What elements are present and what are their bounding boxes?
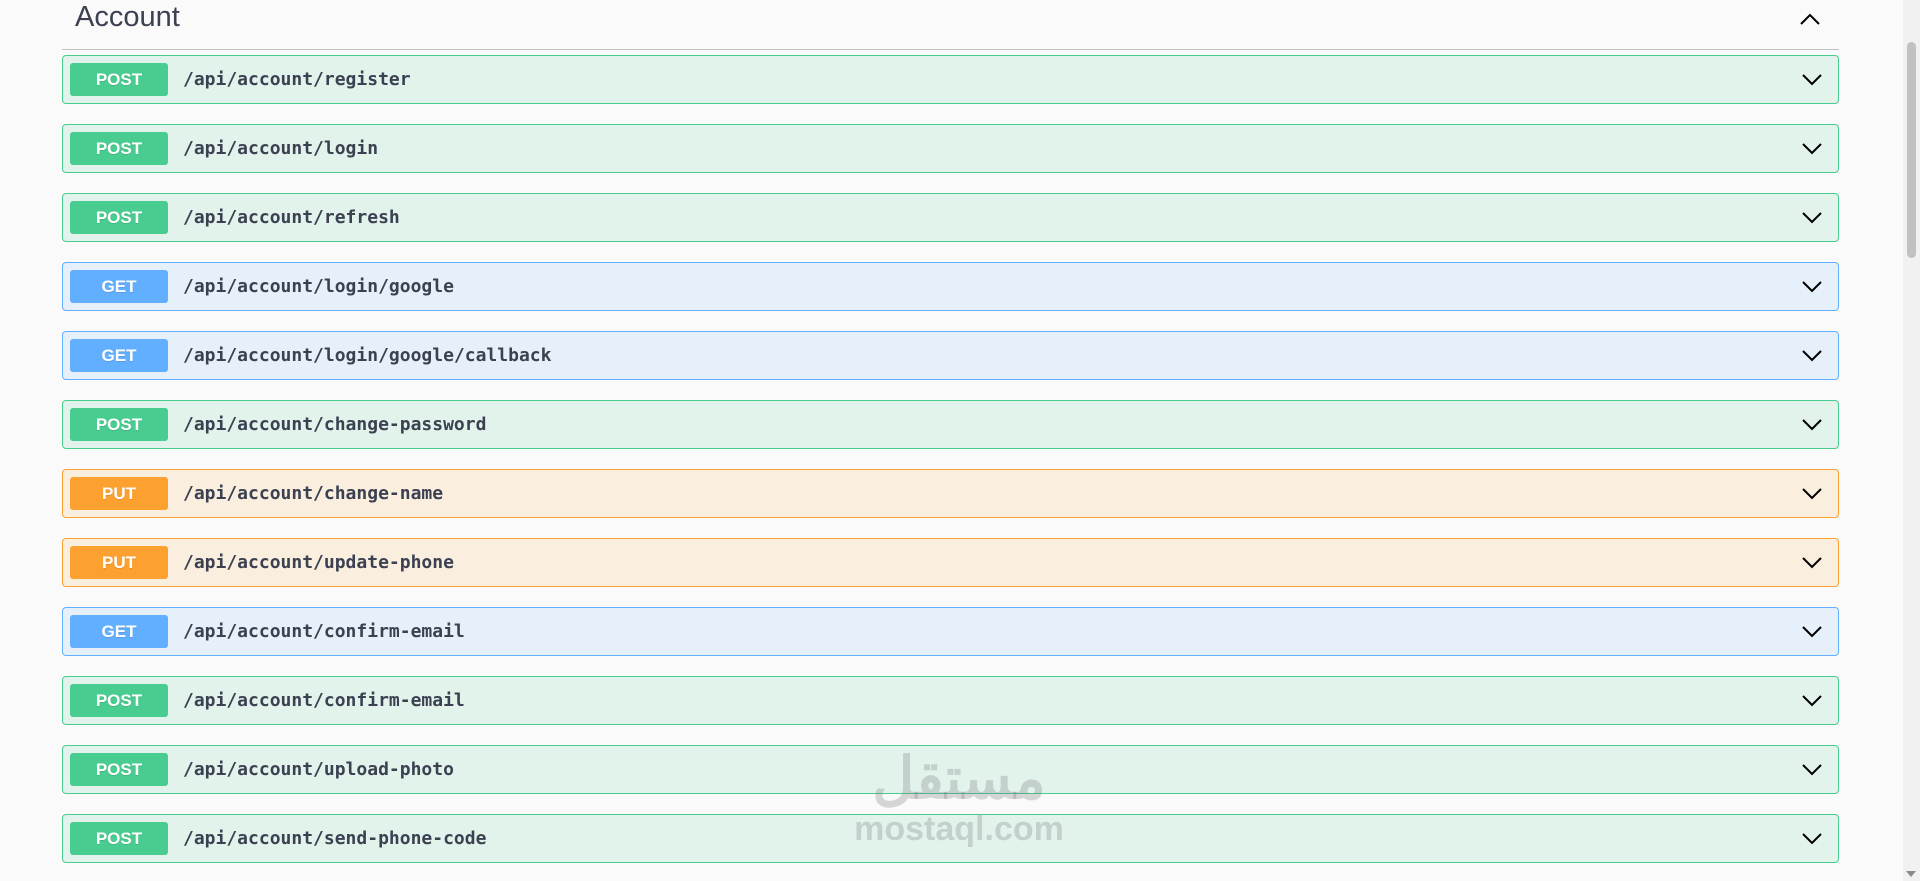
operation-row[interactable]: GET /api/account/login/google/callback: [62, 331, 1839, 380]
vertical-scrollbar[interactable]: [1903, 0, 1920, 881]
operation-path: /api/account/change-password: [183, 414, 487, 435]
section-title: Account: [75, 1, 180, 33]
operation-path: /api/account/login/google: [183, 276, 454, 297]
chevron-down-icon[interactable]: [1798, 411, 1826, 439]
method-badge: GET: [70, 270, 168, 303]
operation-path: /api/account/login: [183, 138, 379, 159]
method-badge: POST: [70, 132, 168, 165]
page: Account POST /api/account/register POST …: [0, 0, 1920, 881]
section-header[interactable]: Account: [62, 0, 1839, 50]
method-badge: GET: [70, 339, 168, 372]
operation-row[interactable]: POST /api/account/change-password: [62, 400, 1839, 449]
operation-row[interactable]: POST /api/account/upload-photo: [62, 745, 1839, 794]
method-badge: POST: [70, 753, 168, 786]
method-badge: GET: [70, 615, 168, 648]
operation-row[interactable]: GET /api/account/login/google: [62, 262, 1839, 311]
chevron-down-icon[interactable]: [1798, 273, 1826, 301]
method-badge: POST: [70, 63, 168, 96]
method-badge: POST: [70, 684, 168, 717]
method-badge: POST: [70, 822, 168, 855]
chevron-down-icon[interactable]: [1798, 135, 1826, 163]
operation-row[interactable]: GET /api/account/confirm-email: [62, 607, 1839, 656]
chevron-down-icon[interactable]: [1798, 825, 1826, 853]
operation-path: /api/account/confirm-email: [183, 621, 465, 642]
chevron-down-icon[interactable]: [1798, 204, 1826, 232]
chevron-down-icon[interactable]: [1798, 480, 1826, 508]
operations-list: POST /api/account/register POST /api/acc…: [62, 55, 1839, 881]
method-badge: PUT: [70, 477, 168, 510]
operation-path: /api/account/upload-photo: [183, 759, 454, 780]
chevron-down-icon[interactable]: [1798, 687, 1826, 715]
operation-path: /api/account/send-phone-code: [183, 828, 487, 849]
operation-path: /api/account/refresh: [183, 207, 400, 228]
chevron-up-icon[interactable]: [1795, 4, 1825, 34]
method-badge: POST: [70, 201, 168, 234]
operation-row[interactable]: POST /api/account/register: [62, 55, 1839, 104]
scrollbar-thumb[interactable]: [1907, 42, 1916, 258]
operation-row[interactable]: POST /api/account/send-phone-code: [62, 814, 1839, 863]
operation-path: /api/account/change-name: [183, 483, 444, 504]
operation-row[interactable]: POST /api/account/login: [62, 124, 1839, 173]
operation-path: /api/account/update-phone: [183, 552, 454, 573]
account-section: Account POST /api/account/register POST …: [62, 0, 1839, 863]
chevron-down-icon[interactable]: [1798, 618, 1826, 646]
chevron-down-icon[interactable]: [1798, 756, 1826, 784]
operation-row[interactable]: PUT /api/account/update-phone: [62, 538, 1839, 587]
operation-path: /api/account/confirm-email: [183, 690, 465, 711]
operation-path: /api/account/login/google/callback: [183, 345, 552, 366]
method-badge: PUT: [70, 546, 168, 579]
chevron-down-icon[interactable]: [1798, 342, 1826, 370]
chevron-down-icon[interactable]: [1798, 549, 1826, 577]
operation-row[interactable]: POST /api/account/refresh: [62, 193, 1839, 242]
scroll-down-arrow-icon[interactable]: [1906, 871, 1916, 877]
operation-path: /api/account/register: [183, 69, 411, 90]
chevron-down-icon[interactable]: [1798, 66, 1826, 94]
method-badge: POST: [70, 408, 168, 441]
operation-row[interactable]: POST /api/account/confirm-email: [62, 676, 1839, 725]
operation-row[interactable]: PUT /api/account/change-name: [62, 469, 1839, 518]
